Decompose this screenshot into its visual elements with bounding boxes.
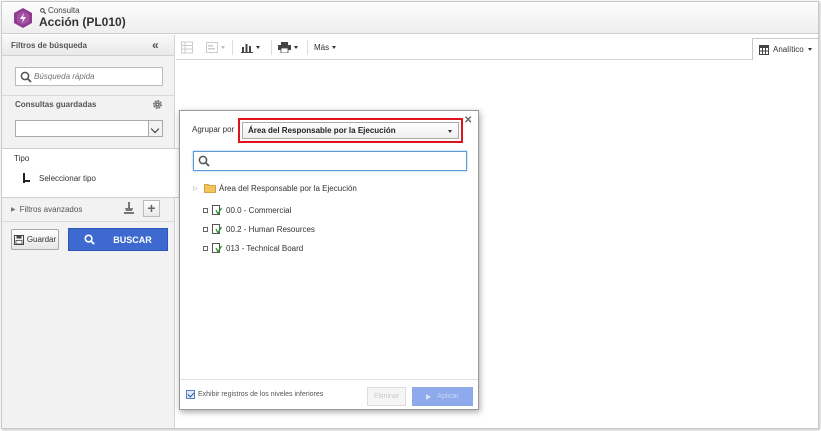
tree-item[interactable]: 00.0 - Commercial xyxy=(203,205,291,216)
search-icon xyxy=(84,234,95,245)
select-type-label: Seleccionar tipo xyxy=(39,174,96,183)
filter-sidebar: Filtros de búsqueda « Consultas guardada… xyxy=(2,35,180,428)
type-label: Tipo xyxy=(14,154,30,163)
chevron-down-icon xyxy=(807,48,812,51)
search-icon xyxy=(40,7,46,14)
more-menu-label: Más xyxy=(314,43,330,52)
printer-icon xyxy=(278,42,291,53)
table-icon xyxy=(759,44,769,55)
search-icon xyxy=(198,155,210,167)
advanced-filters-label: Filtros avanzados xyxy=(19,205,83,214)
advanced-filters-toggle[interactable]: ▶ Filtros avanzados xyxy=(11,205,82,214)
breadcrumb: Consulta xyxy=(40,6,80,15)
advanced-filters-row: ▶ Filtros avanzados + xyxy=(11,200,169,219)
quick-search-input[interactable] xyxy=(34,69,159,84)
group-by-value: Área del Responsable por la Ejecución xyxy=(248,126,396,135)
folder-icon xyxy=(204,184,216,193)
toolbar: Más Analítico xyxy=(176,35,818,60)
tree-search-input[interactable] xyxy=(213,154,463,168)
gear-icon[interactable] xyxy=(152,99,163,110)
form-view-button[interactable] xyxy=(206,41,225,54)
type-panel: Tipo Seleccionar tipo xyxy=(2,148,180,198)
save-icon xyxy=(13,234,24,245)
add-filter-button[interactable]: + xyxy=(143,200,160,217)
toolbar-divider xyxy=(232,40,233,55)
group-by-label: Agrupar por xyxy=(192,125,235,134)
bullet-icon xyxy=(203,227,208,232)
group-tree: ▷ Área del Responsable por la Ejecución … xyxy=(193,175,472,351)
more-menu-button[interactable]: Más xyxy=(314,41,337,54)
search-icon xyxy=(20,71,32,83)
tree-item-label: 013 - Technical Board xyxy=(226,244,304,253)
search-button[interactable]: BUSCAR xyxy=(68,228,168,251)
clear-button[interactable]: Eliminar xyxy=(367,387,406,406)
collapse-sidebar-icon[interactable]: « xyxy=(152,38,159,52)
show-lower-levels-label: Exhibir registros de los niveles inferio… xyxy=(198,391,324,398)
quick-search-field[interactable] xyxy=(15,67,163,86)
chevron-down-icon xyxy=(221,46,225,49)
divider xyxy=(2,95,174,96)
org-unit-icon xyxy=(212,224,222,235)
tree-root-node[interactable]: ▷ Área del Responsable por la Ejecución xyxy=(193,183,357,193)
page-title: Acción (PL010) xyxy=(39,15,126,29)
search-button-label: BUSCAR xyxy=(113,234,152,245)
view-mode-tab[interactable]: Analítico xyxy=(752,38,818,60)
toolbar-divider xyxy=(271,40,272,55)
dialog-footer: Exhibir registros de los niveles inferio… xyxy=(180,379,478,409)
grid-view-icon[interactable] xyxy=(181,41,193,54)
chevron-down-icon xyxy=(256,46,260,49)
tree-item[interactable]: 013 - Technical Board xyxy=(203,243,303,254)
show-lower-levels-checkbox[interactable] xyxy=(186,390,195,399)
play-icon xyxy=(426,393,432,400)
saved-queries-select[interactable] xyxy=(15,120,163,137)
sidebar-title: Filtros de búsqueda xyxy=(11,41,88,50)
bar-chart-icon xyxy=(241,44,253,53)
apply-button[interactable]: Aplicar xyxy=(412,387,473,406)
expand-arrow-icon: ▶ xyxy=(11,207,16,213)
org-unit-icon xyxy=(212,243,222,254)
sidebar-header: Filtros de búsqueda « xyxy=(2,35,174,56)
print-button[interactable] xyxy=(278,41,298,54)
save-button[interactable]: Guardar xyxy=(11,229,59,250)
divider xyxy=(2,221,174,222)
tree-item-label: 00.0 - Commercial xyxy=(226,206,292,215)
bullet-icon xyxy=(203,246,208,251)
form-view-icon xyxy=(206,42,218,53)
close-icon[interactable]: ✕ xyxy=(464,115,472,126)
chevron-down-icon xyxy=(332,46,337,49)
chevron-down-icon[interactable] xyxy=(148,121,162,136)
app-header: Consulta Acción (PL010) xyxy=(2,2,818,34)
app-window: Consulta Acción (PL010) Filtros de búsqu… xyxy=(1,1,819,429)
tree-root-label: Área del Responsable por la Ejecución xyxy=(219,183,357,193)
tree-item[interactable]: 00.2 - Human Resources xyxy=(203,224,315,235)
chevron-down-icon xyxy=(448,130,452,133)
saved-queries-label: Consultas guardadas xyxy=(15,100,97,109)
clear-filters-icon[interactable] xyxy=(123,202,135,215)
apply-button-label: Aplicar xyxy=(437,393,459,400)
view-mode-label: Analítico xyxy=(773,45,804,54)
select-type-link[interactable]: Seleccionar tipo xyxy=(22,173,96,184)
tree-item-label: 00.2 - Human Resources xyxy=(226,225,315,234)
toolbar-divider xyxy=(307,40,308,55)
bullet-icon xyxy=(203,208,208,213)
module-logo-icon xyxy=(14,8,32,28)
expand-arrow-icon[interactable]: ▷ xyxy=(193,185,201,192)
breadcrumb-label: Consulta xyxy=(48,6,80,15)
group-by-select[interactable]: Área del Responsable por la Ejecución xyxy=(242,122,459,139)
chart-button[interactable] xyxy=(241,41,260,54)
tree-search-field[interactable] xyxy=(193,151,467,171)
chevron-down-icon xyxy=(294,46,298,49)
clear-button-label: Eliminar xyxy=(373,393,400,400)
tree-type-icon xyxy=(22,173,31,184)
group-by-dialog: ✕ Agrupar por Área del Responsable por l… xyxy=(179,110,479,410)
group-by-highlight: Área del Responsable por la Ejecución xyxy=(238,118,463,143)
save-button-label: Guardar xyxy=(26,235,57,244)
org-unit-icon xyxy=(212,205,222,216)
show-lower-levels-option[interactable]: Exhibir registros de los niveles inferio… xyxy=(186,390,323,399)
